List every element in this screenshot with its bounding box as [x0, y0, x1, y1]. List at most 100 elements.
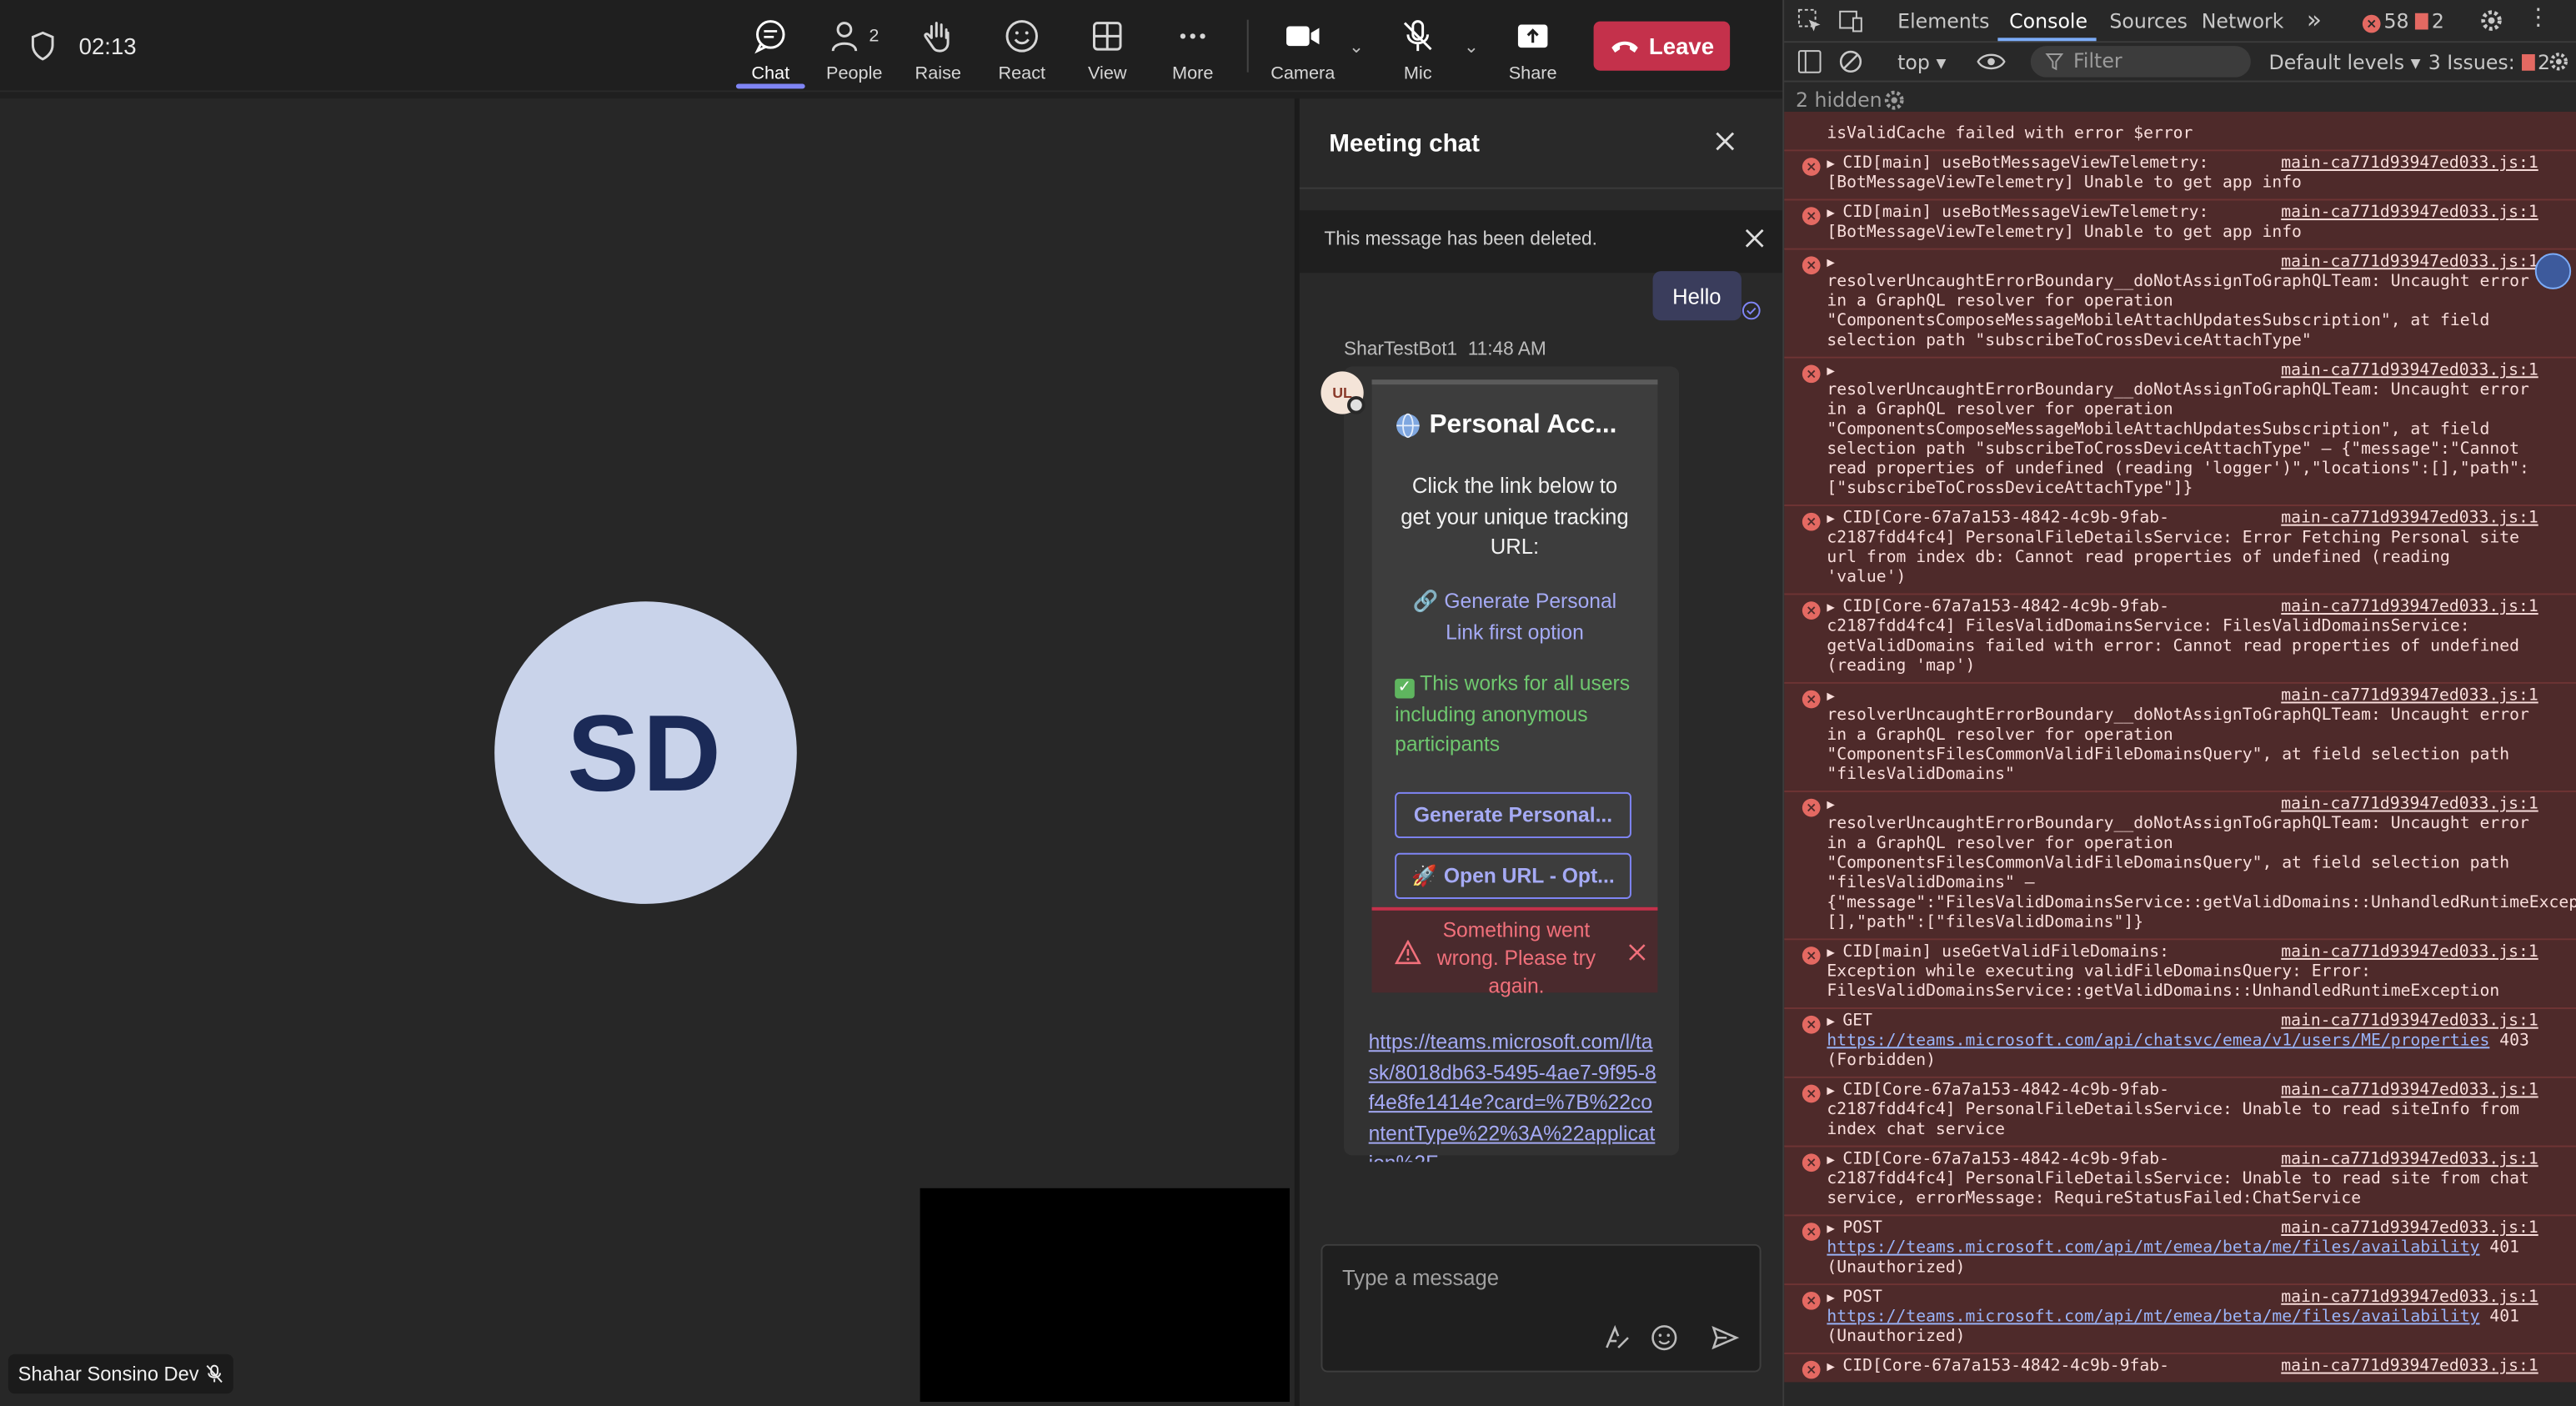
console-error-entry[interactable]: × main-ca771d93947ed033.js:1 ▶ CID[main] u… — [1784, 938, 2576, 1008]
log-source-link[interactable]: main-ca771d93947ed033.js:1 — [2281, 1082, 2538, 1102]
console-error-entry[interactable]: × main-ca771d93947ed033.js:1 ▶ resolverUnc… — [1784, 248, 2576, 357]
console-error-entry[interactable]: × main-ca771d93947ed033.js:1 ▶ resolverUnc… — [1784, 356, 2576, 505]
console-error-entry[interactable]: × main-ca771d93947ed033.js:1 ▶ CID[Core-67… — [1784, 505, 2576, 594]
expand-triangle-icon[interactable]: ▶ — [1827, 1014, 1842, 1029]
log-levels-dropdown[interactable]: Default levels ▾ — [2269, 51, 2421, 74]
log-source-link[interactable]: main-ca771d93947ed033.js:1 — [2281, 203, 2538, 223]
tab-sources[interactable]: Sources — [2109, 10, 2188, 33]
inspect-element-icon[interactable] — [1797, 8, 1822, 33]
react-button[interactable]: React — [982, 15, 1061, 84]
kebab-menu-icon[interactable]: ⋮ — [2527, 5, 2550, 32]
log-source-link[interactable]: main-ca771d93947ed033.js:1 — [2281, 598, 2538, 618]
expand-triangle-icon[interactable]: ▶ — [1827, 511, 1842, 526]
deleted-notice-text: This message has been deleted. — [1324, 229, 1597, 250]
task-url-link[interactable]: https://teams.microsoft.com/l/task/8018d… — [1369, 1027, 1658, 1162]
emoji-icon[interactable] — [1650, 1323, 1679, 1352]
eye-icon[interactable] — [1977, 51, 2006, 73]
compose-box[interactable]: Type a message — [1321, 1243, 1762, 1373]
log-source-link[interactable]: main-ca771d93947ed033.js:1 — [2281, 1358, 2538, 1378]
error-counter[interactable]: × 58 2 — [2362, 9, 2444, 33]
console-filter-input[interactable]: Filter — [2030, 46, 2251, 78]
console-error-entry[interactable]: × main-ca771d93947ed033.js:1 ▶ CID[Core-67… — [1784, 593, 2576, 682]
console-error-entry[interactable]: × main-ca771d93947ed033.js:1 ▶ CID[Core-67… — [1784, 1352, 2576, 1383]
format-text-icon[interactable] — [1601, 1323, 1631, 1352]
console-error-entry[interactable]: × main-ca771d93947ed033.js:1 ▶ resolverUnc… — [1784, 790, 2576, 939]
log-source-link[interactable]: main-ca771d93947ed033.js:1 — [2281, 1219, 2538, 1239]
expand-triangle-icon[interactable]: ▶ — [1827, 797, 1842, 812]
dismiss-deleted-close-icon[interactable] — [1743, 227, 1767, 250]
console-error-entry[interactable]: × main-ca771d93947ed033.js:1 ▶ CID[Core-67… — [1784, 1145, 2576, 1215]
expand-triangle-icon[interactable]: ▶ — [1827, 689, 1842, 704]
self-video-preview[interactable] — [920, 1188, 1290, 1403]
send-icon[interactable] — [1710, 1323, 1740, 1352]
generate-link-text[interactable]: 🔗 Generate Personal Link first option — [1395, 587, 1635, 648]
share-button[interactable]: Share — [1493, 15, 1572, 84]
ai-assistant-icon[interactable] — [2534, 253, 2572, 289]
more-tabs-chevron-icon[interactable]: » — [2307, 5, 2322, 34]
console-settings-gear-icon[interactable] — [2548, 51, 2570, 73]
camera-button[interactable]: Camera — [1263, 15, 1342, 84]
log-source-link[interactable]: main-ca771d93947ed033.js:1 — [2281, 943, 2538, 963]
view-button[interactable]: View — [1068, 15, 1147, 84]
expand-triangle-icon[interactable]: ▶ — [1827, 205, 1842, 220]
more-button[interactable]: More — [1153, 15, 1232, 84]
tab-elements[interactable]: Elements — [1897, 10, 1989, 33]
console-error-entry[interactable]: × main-ca771d93947ed033.js:1 ▶ CID[main] u… — [1784, 149, 2576, 199]
device-toolbar-icon[interactable] — [1838, 8, 1865, 33]
request-url-link[interactable]: https://teams.microsoft.com/api/mt/emea/… — [1827, 1308, 2479, 1327]
filter-funnel-icon — [2045, 53, 2064, 71]
log-source-link[interactable]: main-ca771d93947ed033.js:1 — [2281, 1150, 2538, 1170]
expand-triangle-icon[interactable]: ▶ — [1827, 364, 1842, 379]
dismiss-error-close-icon[interactable] — [1628, 943, 1646, 962]
error-count: 58 — [2383, 9, 2409, 33]
expand-triangle-icon[interactable]: ▶ — [1827, 1290, 1842, 1305]
leave-button[interactable]: Leave — [1593, 21, 1731, 71]
log-source-link[interactable]: main-ca771d93947ed033.js:1 — [2281, 1288, 2538, 1308]
close-icon[interactable] — [1713, 130, 1737, 153]
log-source-link[interactable]: main-ca771d93947ed033.js:1 — [2281, 687, 2538, 707]
log-source-link[interactable]: main-ca771d93947ed033.js:1 — [2281, 154, 2538, 174]
log-source-link[interactable]: main-ca771d93947ed033.js:1 — [2281, 1012, 2538, 1032]
expand-triangle-icon[interactable]: ▶ — [1827, 600, 1842, 615]
settings-gear-icon[interactable] — [2479, 8, 2504, 33]
my-message-bubble[interactable]: Hello — [1652, 271, 1742, 321]
sidebar-toggle-icon[interactable] — [1797, 49, 1822, 74]
error-circle-icon: × — [1802, 947, 1821, 965]
raise-hand-label: Raise — [915, 63, 961, 84]
expand-triangle-icon[interactable]: ▶ — [1827, 1359, 1842, 1374]
log-source-link[interactable]: main-ca771d93947ed033.js:1 — [2281, 253, 2538, 273]
request-url-link[interactable]: https://teams.microsoft.com/api/chatsvc/… — [1827, 1032, 2489, 1051]
raise-hand-button[interactable]: Raise — [899, 15, 978, 84]
log-source-link[interactable]: main-ca771d93947ed033.js:1 — [2281, 510, 2538, 530]
issues-counter[interactable]: 3 Issues: 2 — [2428, 51, 2550, 74]
context-selector[interactable]: top ▾ — [1897, 51, 1946, 74]
console-error-entry[interactable]: × main-ca771d93947ed033.js:1 ▶ GET https:/… — [1784, 1007, 2576, 1077]
log-source-link[interactable]: main-ca771d93947ed033.js:1 — [2281, 362, 2538, 382]
open-url-button[interactable]: 🚀 Open URL - Opt... — [1395, 852, 1631, 899]
expand-triangle-icon[interactable]: ▶ — [1827, 1152, 1842, 1167]
mic-options-chevron-icon[interactable]: ⌄ — [1464, 36, 1479, 58]
tab-console[interactable]: Console — [2009, 10, 2087, 33]
expand-triangle-icon[interactable]: ▶ — [1827, 1083, 1842, 1098]
expand-triangle-icon[interactable]: ▶ — [1827, 254, 1842, 269]
mic-button[interactable]: Mic — [1378, 15, 1457, 84]
card-title-text: Personal Acc... — [1429, 410, 1617, 439]
clear-console-icon[interactable] — [1838, 49, 1863, 74]
console-error-entry[interactable]: × main-ca771d93947ed033.js:1 ▶ POST https:… — [1784, 1214, 2576, 1284]
expand-triangle-icon[interactable]: ▶ — [1827, 945, 1842, 960]
console-error-entry[interactable]: × main-ca771d93947ed033.js:1 ▶ resolverUnc… — [1784, 681, 2576, 791]
generate-personal-button[interactable]: Generate Personal... — [1395, 791, 1631, 839]
people-button[interactable]: 2 People — [814, 15, 894, 84]
request-url-link[interactable]: https://teams.microsoft.com/api/mt/emea/… — [1827, 1239, 2479, 1258]
leave-label: Leave — [1648, 33, 1715, 59]
console-error-entry[interactable]: × main-ca771d93947ed033.js:1 ▶ POST https:… — [1784, 1283, 2576, 1353]
camera-options-chevron-icon[interactable]: ⌄ — [1349, 36, 1364, 58]
hidden-settings-gear-icon[interactable] — [1882, 88, 1906, 112]
console-error-entry[interactable]: × main-ca771d93947ed033.js:1 ▶ CID[main] u… — [1784, 198, 2576, 249]
log-source-link[interactable]: main-ca771d93947ed033.js:1 — [2281, 796, 2538, 816]
tab-network[interactable]: Network — [2202, 10, 2284, 33]
expand-triangle-icon[interactable]: ▶ — [1827, 1221, 1842, 1236]
console-error-entry[interactable]: × main-ca771d93947ed033.js:1 ▶ CID[Core-67… — [1784, 1076, 2576, 1146]
expand-triangle-icon[interactable]: ▶ — [1827, 156, 1842, 171]
chat-button[interactable]: Chat — [731, 15, 810, 84]
